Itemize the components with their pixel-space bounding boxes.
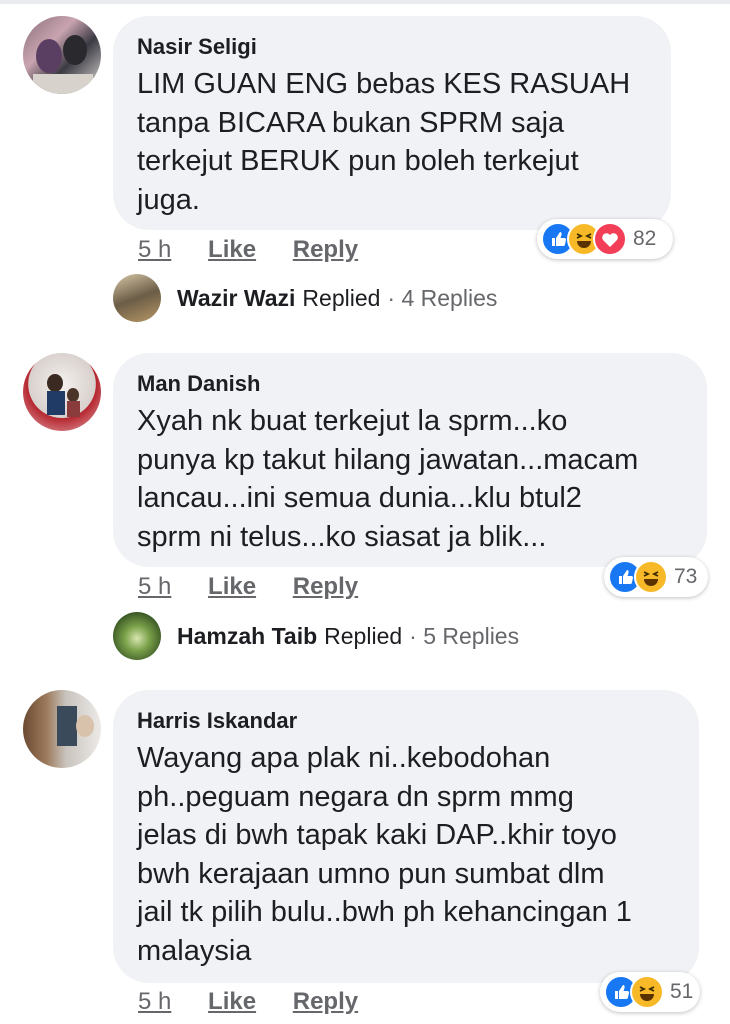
reply-button[interactable]: Reply (293, 988, 358, 1015)
comment-text: Xyah nk buat terkejut la sprm...ko punya… (137, 405, 639, 553)
reply-author[interactable]: Hamzah Taib (177, 623, 317, 650)
like-button[interactable]: Like (208, 988, 256, 1015)
top-divider (0, 0, 730, 4)
comment-text: Wayang apa plak ni..kebodohan ph..peguam… (137, 742, 632, 967)
reply-avatar (113, 612, 161, 660)
comment-author[interactable]: Man Danish (137, 371, 681, 397)
comment-timestamp[interactable]: 5 h (138, 573, 171, 600)
avatar[interactable] (23, 16, 101, 94)
comment-actions: 5 h Like Reply (138, 988, 388, 1016)
reaction-count: 82 (633, 227, 657, 250)
reply-button[interactable]: Reply (293, 573, 358, 600)
comment-bubble: Nasir Seligi LIM GUAN ENG bebas KES RASU… (113, 16, 671, 230)
avatar[interactable] (23, 690, 101, 768)
avatar-photo-icon (33, 35, 93, 94)
reply-button[interactable]: Reply (293, 236, 358, 263)
haha-reaction-icon (630, 975, 664, 1009)
haha-reaction-icon (634, 560, 668, 594)
reaction-summary[interactable]: 51 (600, 972, 700, 1012)
comment-bubble: Man Danish Xyah nk buat terkejut la sprm… (113, 353, 707, 567)
reply-action: Replied (302, 284, 381, 311)
reaction-summary[interactable]: 73 (604, 557, 708, 597)
reaction-count: 51 (670, 980, 694, 1003)
comment-bubble: Harris Iskandar Wayang apa plak ni..kebo… (113, 690, 699, 983)
reply-count[interactable]: · 4 Replies (387, 285, 497, 312)
like-button[interactable]: Like (208, 236, 256, 263)
reply-avatar (113, 274, 161, 322)
reply-action: Replied (324, 622, 403, 649)
replies-summary[interactable]: Wazir Wazi Replied · 4 Replies (113, 274, 497, 322)
reaction-count: 73 (674, 565, 698, 588)
comment-actions: 5 h Like Reply (138, 236, 388, 264)
replies-summary[interactable]: Hamzah Taib Replied · 5 Replies (113, 612, 519, 660)
love-reaction-icon (593, 222, 627, 256)
reply-count[interactable]: · 5 Replies (409, 623, 519, 650)
comment-timestamp[interactable]: 5 h (138, 236, 171, 263)
avatar-photo-icon (47, 374, 80, 417)
avatar-photo-icon (57, 706, 94, 746)
comment-author[interactable]: Harris Iskandar (137, 708, 673, 734)
avatar[interactable] (23, 353, 101, 431)
comment-author[interactable]: Nasir Seligi (137, 34, 645, 60)
like-button[interactable]: Like (208, 573, 256, 600)
reply-author[interactable]: Wazir Wazi (177, 285, 295, 312)
comment-actions: 5 h Like Reply (138, 573, 388, 601)
comment-text: LIM GUAN ENG bebas KES RASUAH tanpa BICA… (137, 68, 631, 216)
reaction-summary[interactable]: 82 (537, 219, 673, 259)
comment-timestamp[interactable]: 5 h (138, 988, 171, 1015)
